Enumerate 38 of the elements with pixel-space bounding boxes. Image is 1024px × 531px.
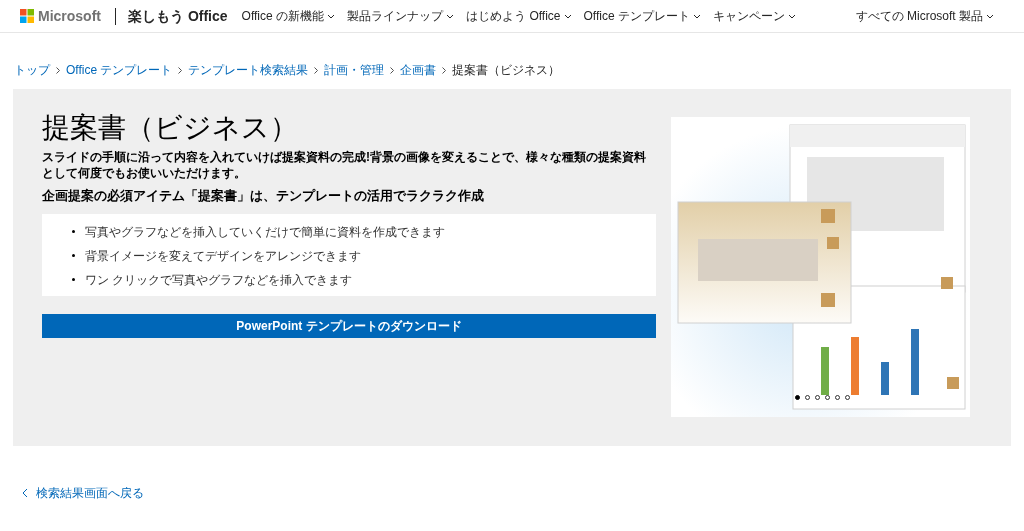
chevron-right-icon [390, 66, 395, 74]
nav-menu[interactable]: キャンペーン [713, 7, 796, 25]
nav-menu[interactable]: はじめよう Office [466, 7, 572, 25]
subtitle: 企画提案の必須アイテム「提案書」は、テンプレートの活用でラクラク作成 [42, 187, 485, 205]
page-title: 提案書（ビジネス） [42, 111, 299, 145]
chevron-left-icon [22, 488, 28, 498]
breadcrumb-link[interactable]: 企画書 [400, 61, 437, 79]
feature-text: 背景イメージを変えてデザインをアレンジできます [85, 247, 361, 265]
chevron-down-icon [693, 13, 701, 19]
breadcrumb-link[interactable]: Office テンプレート [66, 61, 173, 79]
bullet-icon [72, 254, 75, 258]
description: スライドの手順に沿って内容を入れていけば提案資料の完成!背景の画像を変えることで、様々な種類の提案資料として何度でもお使いいただけます。 [42, 149, 647, 181]
chevron-right-icon [56, 66, 60, 74]
bullet-icon [72, 278, 75, 282]
back-link[interactable]: 検索結果画面へ戻る [22, 484, 144, 502]
bullet-icon [72, 230, 75, 234]
chevron-down-icon [788, 13, 796, 19]
all-products-menu[interactable]: すべての Microsoft 製品 [855, 7, 994, 25]
site-name[interactable]: 楽しもう Office [128, 5, 228, 27]
chevron-right-icon [314, 66, 319, 74]
feature-text: 写真やグラフなどを挿入していくだけで簡単に資料を作成できます [85, 223, 445, 241]
chevron-right-icon [442, 66, 447, 74]
breadcrumb-link[interactable]: トップ [14, 61, 50, 79]
nav-menu[interactable]: 製品ラインナップ [347, 7, 455, 25]
feature-text: ワン クリックで写真やグラフなどを挿入できます [85, 271, 353, 289]
download-button[interactable]: PowerPoint テンプレートのダウンロード [42, 313, 656, 338]
nav-menu[interactable]: Office の新機能 [241, 7, 336, 25]
nav-menu[interactable]: Office テンプレート [583, 7, 701, 25]
brand-name[interactable]: Microsoft [38, 5, 101, 27]
breadcrumb-current: 提案書（ビジネス） [452, 62, 561, 79]
microsoft-logo-icon[interactable] [20, 9, 34, 23]
chevron-down-icon [986, 13, 994, 19]
breadcrumb-link[interactable]: テンプレート検索結果 [188, 61, 309, 79]
chevron-down-icon [563, 13, 572, 19]
chevron-down-icon [446, 13, 455, 19]
chevron-right-icon [178, 66, 183, 74]
chevron-down-icon [327, 13, 336, 19]
breadcrumb-link[interactable]: 計画・管理 [324, 61, 385, 79]
